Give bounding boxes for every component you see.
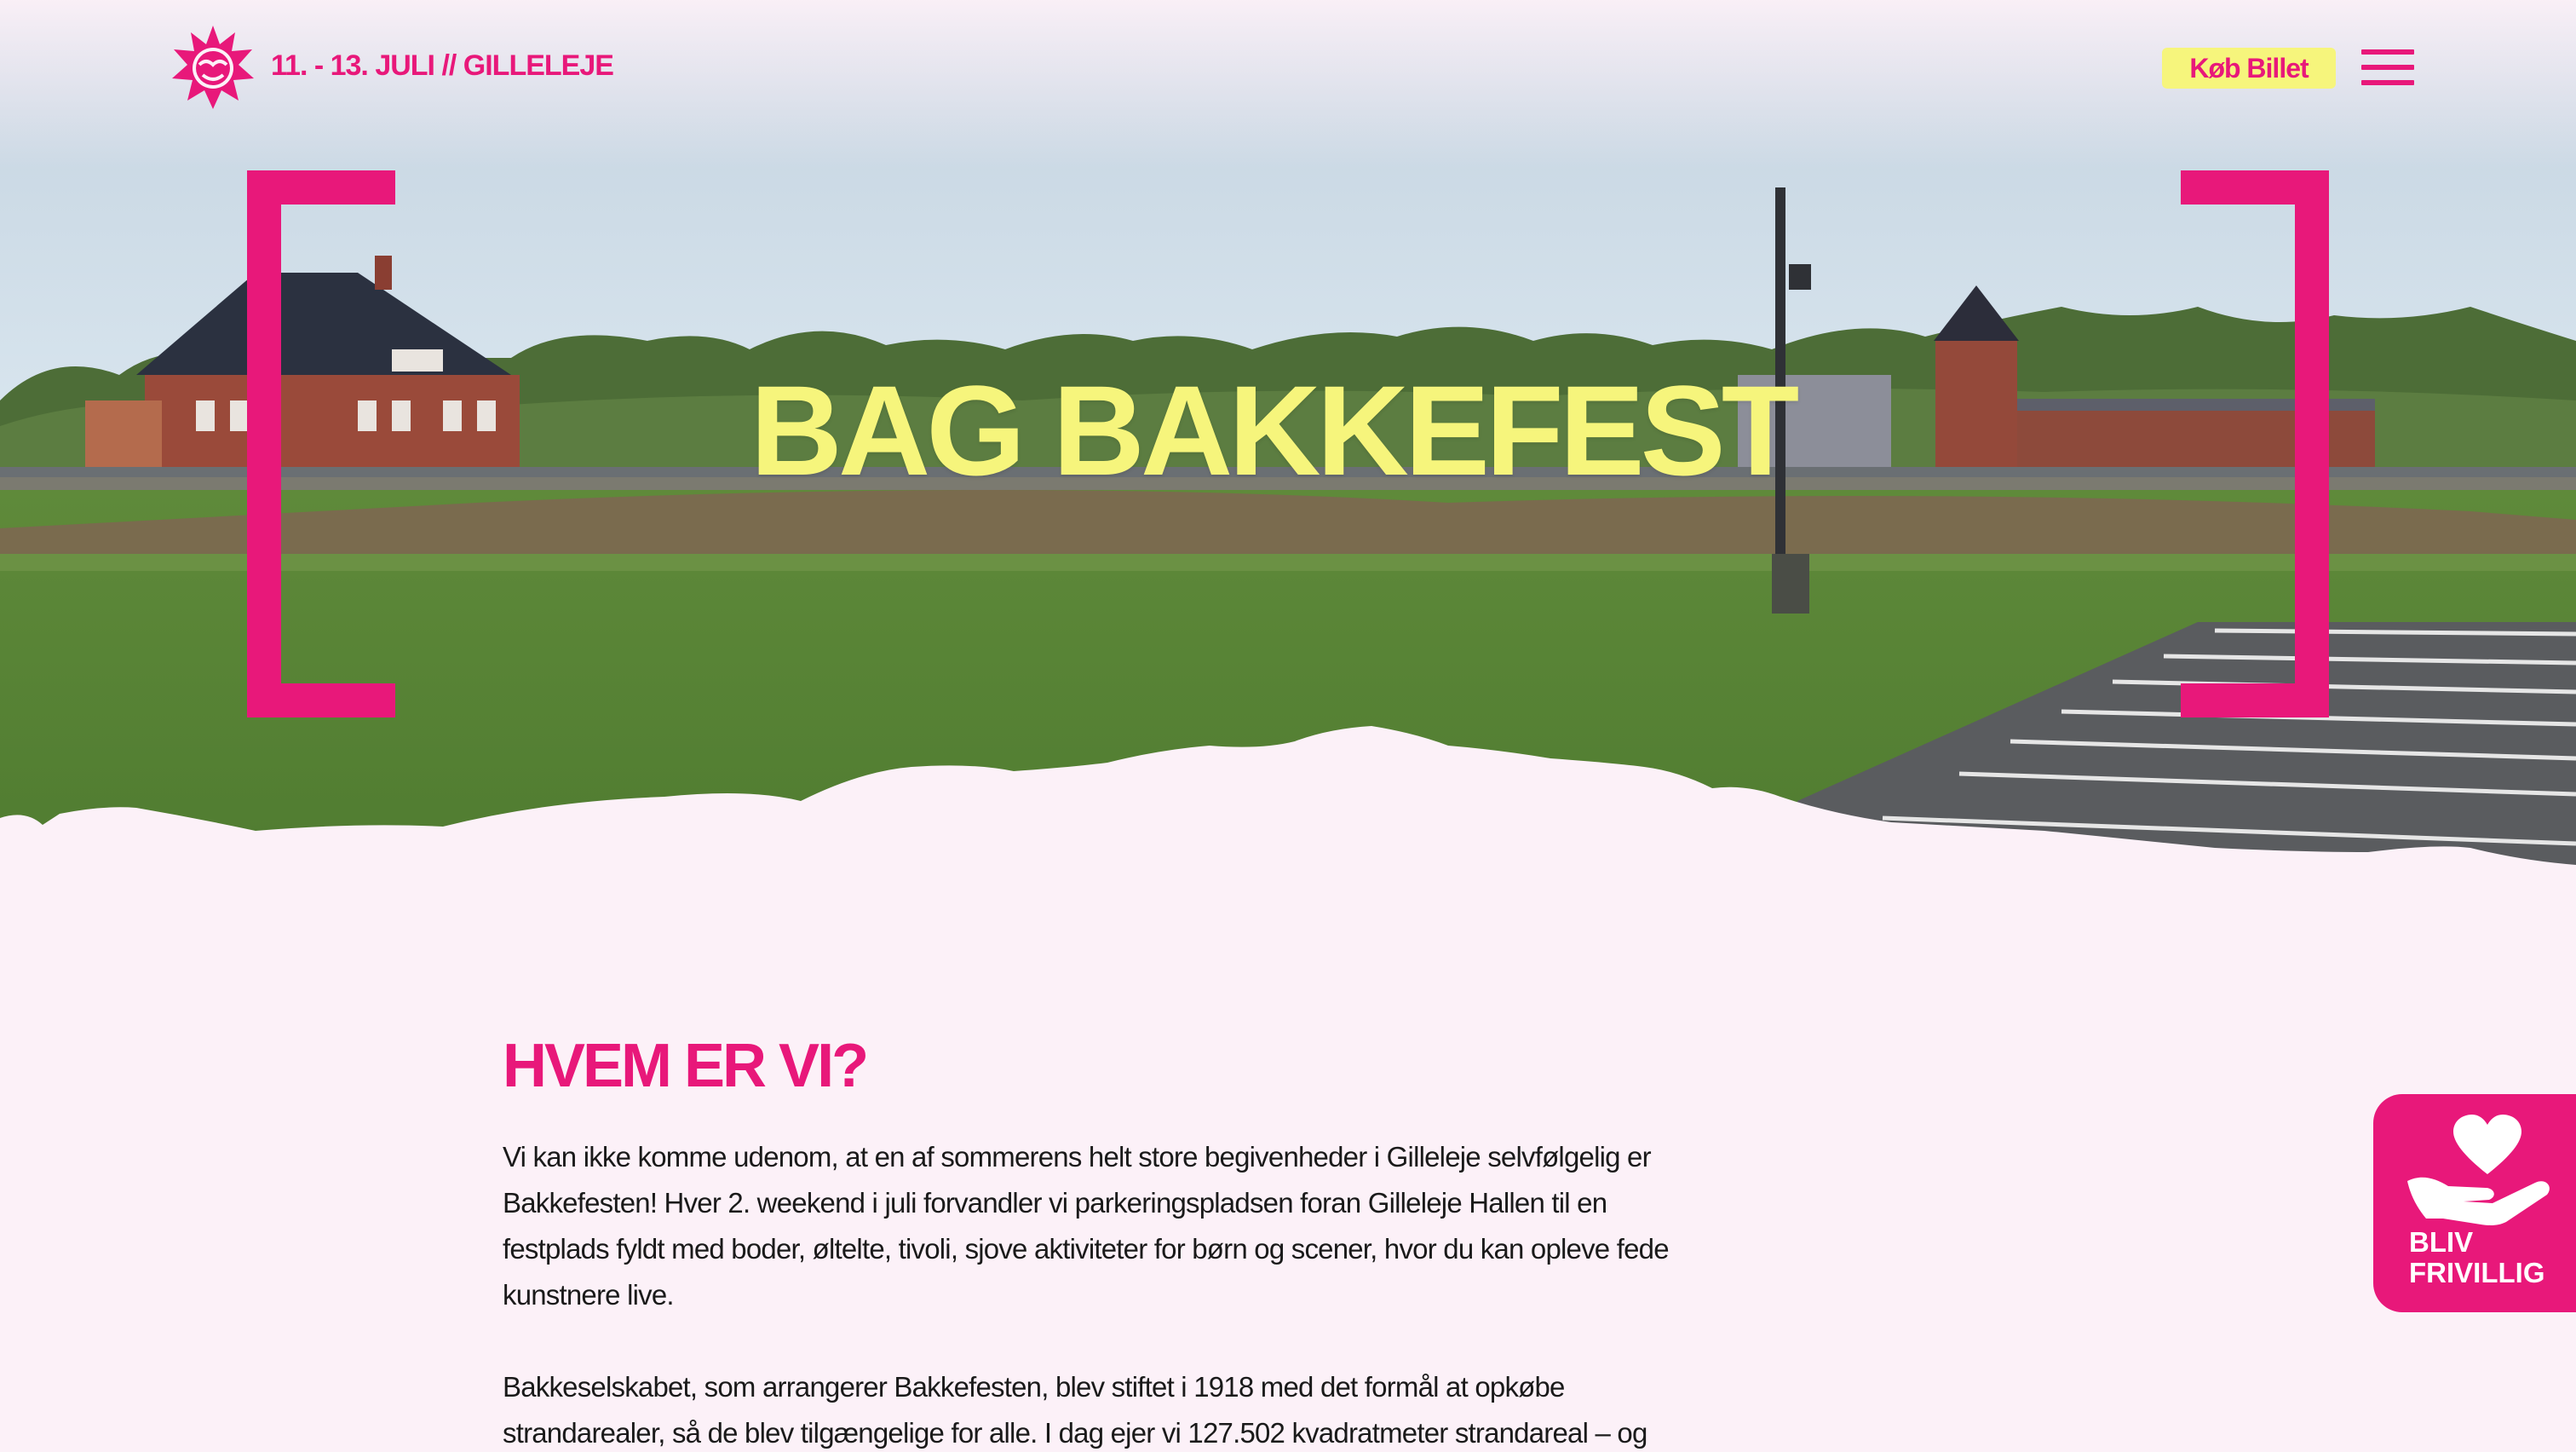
- buy-ticket-button[interactable]: Køb Billet: [2162, 48, 2336, 89]
- hero-title: BAG BAKKEFEST: [750, 359, 1800, 502]
- heart-hand-icon: [2407, 1115, 2550, 1225]
- volunteer-label-line1: BLIV: [2409, 1226, 2474, 1258]
- hamburger-menu-icon[interactable]: [2361, 49, 2414, 85]
- about-title: HVEM ER VI?: [503, 1032, 869, 1100]
- volunteer-label-line2: FRIVILLIG: [2409, 1257, 2545, 1288]
- site-header: 11. - 13. JULI // GILLELEJE Køb Billet: [0, 0, 2576, 136]
- about-section: HVEM ER VI? Vi kan ikke komme udenom, at…: [503, 1035, 1678, 1452]
- volunteer-label: BLIV FRIVILLIG: [2409, 1227, 2576, 1288]
- date-location-text: 11. - 13. JULI // GILLELEJE: [271, 49, 614, 82]
- about-paragraph: Bakkeselskabet, som arrangerer Bakkefest…: [503, 1371, 1647, 1449]
- volunteer-button[interactable]: BLIV FRIVILLIG: [2373, 1094, 2576, 1312]
- sun-logo-icon[interactable]: [170, 24, 256, 112]
- about-paragraph: Vi kan ikke komme udenom, at en af somme…: [503, 1141, 1670, 1311]
